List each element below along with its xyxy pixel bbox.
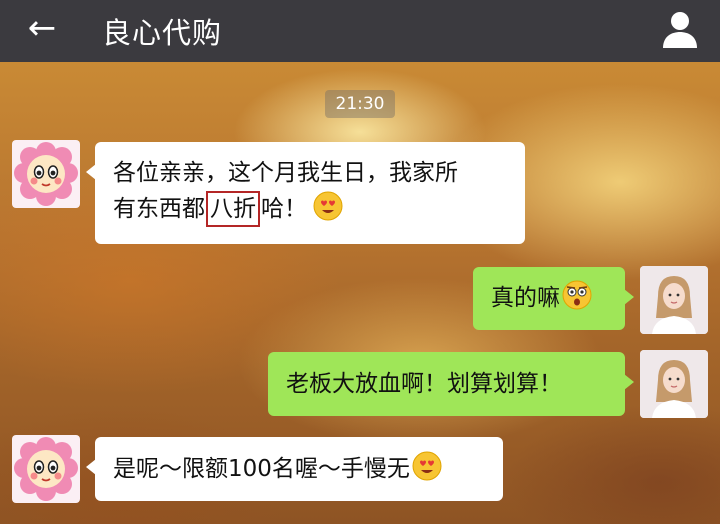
chat-info-button[interactable]: [660, 8, 700, 52]
message-bubble[interactable]: 是呢～限额100名喔～手慢无: [86, 437, 503, 501]
message-text: 有东西都 八折 哈！: [113, 191, 507, 227]
chat-area[interactable]: 21:30 各位亲亲，这个月我生日，我家所 有东西都 八折 哈！ 真的嘛 老板大…: [0, 62, 720, 524]
message-text-part: 是呢～限额100名喔～手慢无: [113, 456, 410, 482]
heart-eyes-emoji-icon: [412, 451, 442, 481]
back-arrow-icon: ←: [27, 8, 57, 48]
flower-avatar-icon: [14, 142, 78, 206]
message-bubble[interactable]: 各位亲亲，这个月我生日，我家所 有东西都 八折 哈！: [86, 142, 525, 244]
shocked-emoji-icon: [562, 280, 592, 310]
sender-avatar[interactable]: [12, 435, 80, 503]
message-text-part: 真的嘛: [491, 285, 560, 311]
my-avatar[interactable]: [640, 266, 708, 334]
message-text: 是呢～限额100名喔～手慢无: [113, 451, 485, 487]
highlighted-discount: 八折: [206, 191, 260, 227]
message-text: 各位亲亲，这个月我生日，我家所: [113, 160, 458, 186]
title-bar: ← 良心代购: [0, 0, 720, 62]
heart-eyes-emoji-icon: [313, 191, 343, 221]
chat-title: 良心代购: [102, 16, 223, 50]
flower-avatar-icon: [14, 437, 78, 501]
girl-avatar-icon: [640, 266, 708, 334]
sender-avatar[interactable]: [12, 140, 80, 208]
my-avatar[interactable]: [640, 350, 708, 418]
message-text-part: 有东西都: [113, 196, 205, 222]
girl-avatar-icon: [640, 350, 708, 418]
person-icon: [663, 12, 697, 48]
message-bubble[interactable]: 真的嘛: [473, 267, 634, 330]
message-bubble[interactable]: 老板大放血啊！划算划算！: [268, 352, 634, 416]
message-timestamp: 21:30: [325, 90, 395, 118]
back-button[interactable]: ←: [22, 8, 62, 48]
message-text: 老板大放血啊！划算划算！: [286, 371, 562, 397]
message-text: 真的嘛: [491, 280, 607, 316]
message-text-part: 哈！: [261, 196, 307, 222]
